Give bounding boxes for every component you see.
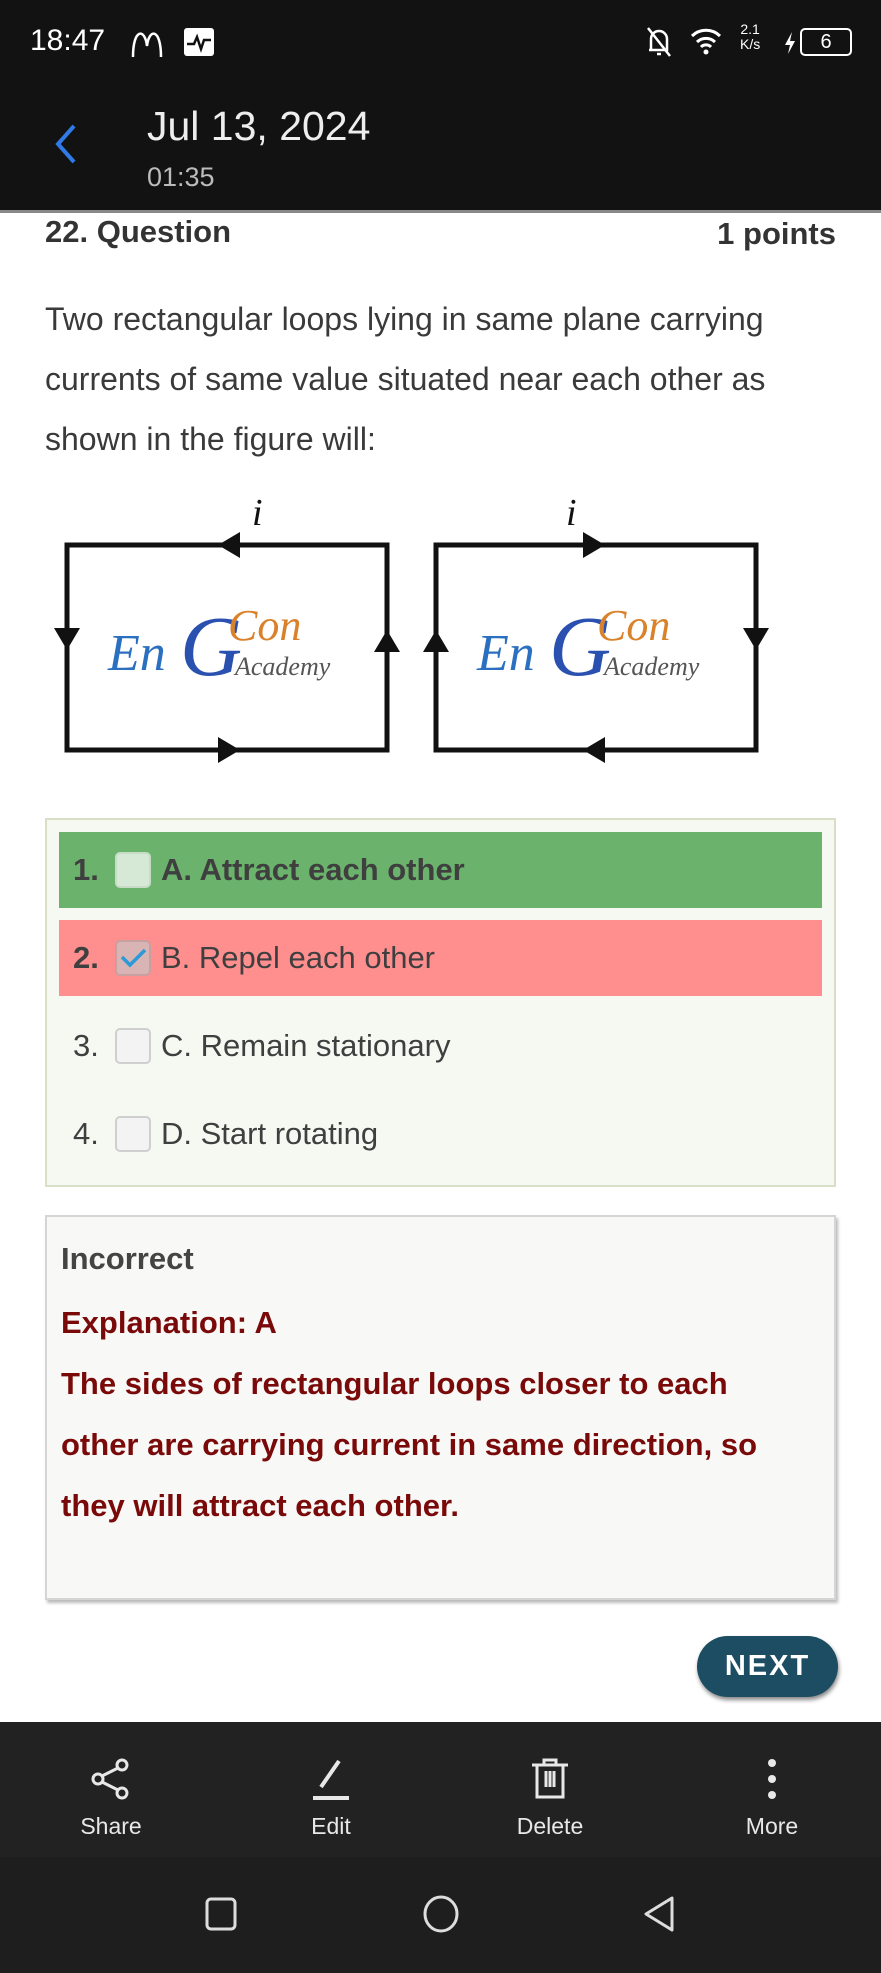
edit-label: Edit	[311, 1813, 351, 1839]
current-label-right: i	[566, 492, 577, 534]
home-icon[interactable]	[423, 1895, 459, 1933]
svg-text:En: En	[476, 625, 535, 682]
option-c[interactable]: 3. C. Remain stationary	[59, 1008, 822, 1084]
result-status: Incorrect	[61, 1241, 194, 1276]
option-d[interactable]: 4. D. Start rotating	[59, 1096, 822, 1172]
option-number: 2.	[73, 940, 99, 975]
bell-off-icon	[647, 27, 671, 57]
arrow-right-icon	[583, 532, 605, 558]
arrow-up-icon	[423, 630, 449, 652]
action-bar: Share Edit Delete More	[0, 1722, 881, 1857]
share-icon	[91, 1758, 129, 1800]
battery-level: 6	[820, 31, 832, 53]
checkbox[interactable]	[115, 1116, 151, 1152]
edit-button[interactable]: Edit	[256, 1722, 406, 1857]
explanation-line: The sides of rectangular loops closer to…	[61, 1366, 728, 1401]
explanation-title: Explanation: A	[61, 1305, 277, 1340]
arrow-left-icon	[218, 532, 240, 558]
option-a[interactable]: 1. A. Attract each other	[59, 832, 822, 908]
options-list: 1. A. Attract each other 2. B. Repel eac…	[45, 818, 836, 1187]
chevron-left-icon[interactable]	[52, 122, 80, 166]
next-button[interactable]: NEXT	[697, 1636, 838, 1697]
wifi-icon	[690, 28, 722, 55]
charging-icon	[785, 32, 795, 54]
top-bar: 18:47 2.1 K/s 6 Jul 13, 2024 01:35	[0, 0, 881, 210]
net-speed-value: 2.1	[740, 21, 760, 37]
share-button[interactable]: Share	[36, 1722, 186, 1857]
current-label-left: i	[252, 492, 263, 534]
logo-right: En G Con Academy	[476, 598, 700, 694]
recents-icon[interactable]	[205, 1897, 237, 1931]
activity-icon	[184, 28, 214, 56]
arrow-left-icon	[583, 737, 605, 763]
question-text-line: currents of same value situated near eac…	[45, 361, 766, 397]
svg-text:En: En	[107, 625, 166, 682]
arrow-down-icon	[743, 628, 769, 650]
option-b[interactable]: 2. B. Repel each other	[59, 920, 822, 996]
question-figure: i i En G Con Academy En G Con Academy	[54, 492, 769, 763]
checkbox[interactable]	[115, 1028, 151, 1064]
svg-text:Con: Con	[597, 601, 670, 650]
status-time: 18:47	[30, 24, 106, 57]
arrow-right-icon	[218, 737, 240, 763]
battery-icon: 6	[800, 28, 852, 56]
option-label: A. Attract each other	[161, 852, 465, 887]
header-time: 01:35	[147, 162, 215, 192]
question-number: 22. Question	[45, 214, 232, 249]
question-points: 1 points	[717, 216, 836, 251]
delete-label: Delete	[516, 1813, 584, 1839]
more-vertical-icon	[768, 1759, 776, 1799]
option-label: D. Start rotating	[161, 1116, 379, 1151]
svg-text:Con: Con	[228, 601, 301, 650]
svg-text:Academy: Academy	[602, 652, 700, 681]
divider	[0, 210, 881, 213]
option-number: 3.	[73, 1028, 99, 1063]
header-date: Jul 13, 2024	[147, 103, 371, 149]
edit-icon	[313, 1759, 349, 1800]
feedback-box: Incorrect Explanation: A The sides of re…	[45, 1215, 836, 1600]
question-text-line: Two rectangular loops lying in same plan…	[45, 301, 764, 337]
more-button[interactable]: More	[697, 1722, 847, 1857]
delete-button[interactable]: Delete	[475, 1722, 625, 1857]
logo-left: En G Con Academy	[107, 598, 331, 694]
explanation-line: other are carrying current in same direc…	[61, 1427, 758, 1462]
checkbox-checked[interactable]	[115, 940, 151, 976]
explanation-line: they will attract each other.	[61, 1488, 459, 1523]
trash-icon	[532, 1758, 568, 1799]
svg-text:Academy: Academy	[233, 652, 331, 681]
share-label: Share	[80, 1813, 142, 1839]
checkbox[interactable]	[115, 852, 151, 888]
net-speed-unit: K/s	[740, 36, 761, 52]
check-icon	[120, 948, 147, 968]
option-number: 4.	[73, 1116, 99, 1151]
option-label: C. Remain stationary	[161, 1028, 451, 1063]
mcdonalds-icon	[131, 32, 163, 58]
system-nav-bar	[0, 1857, 881, 1973]
question-text-line: shown in the figure will:	[45, 421, 376, 457]
option-label: B. Repel each other	[161, 940, 436, 975]
option-number: 1.	[73, 852, 99, 887]
back-icon[interactable]	[642, 1895, 676, 1933]
more-label: More	[745, 1813, 799, 1839]
arrow-down-icon	[54, 628, 80, 650]
arrow-up-icon	[374, 630, 400, 652]
